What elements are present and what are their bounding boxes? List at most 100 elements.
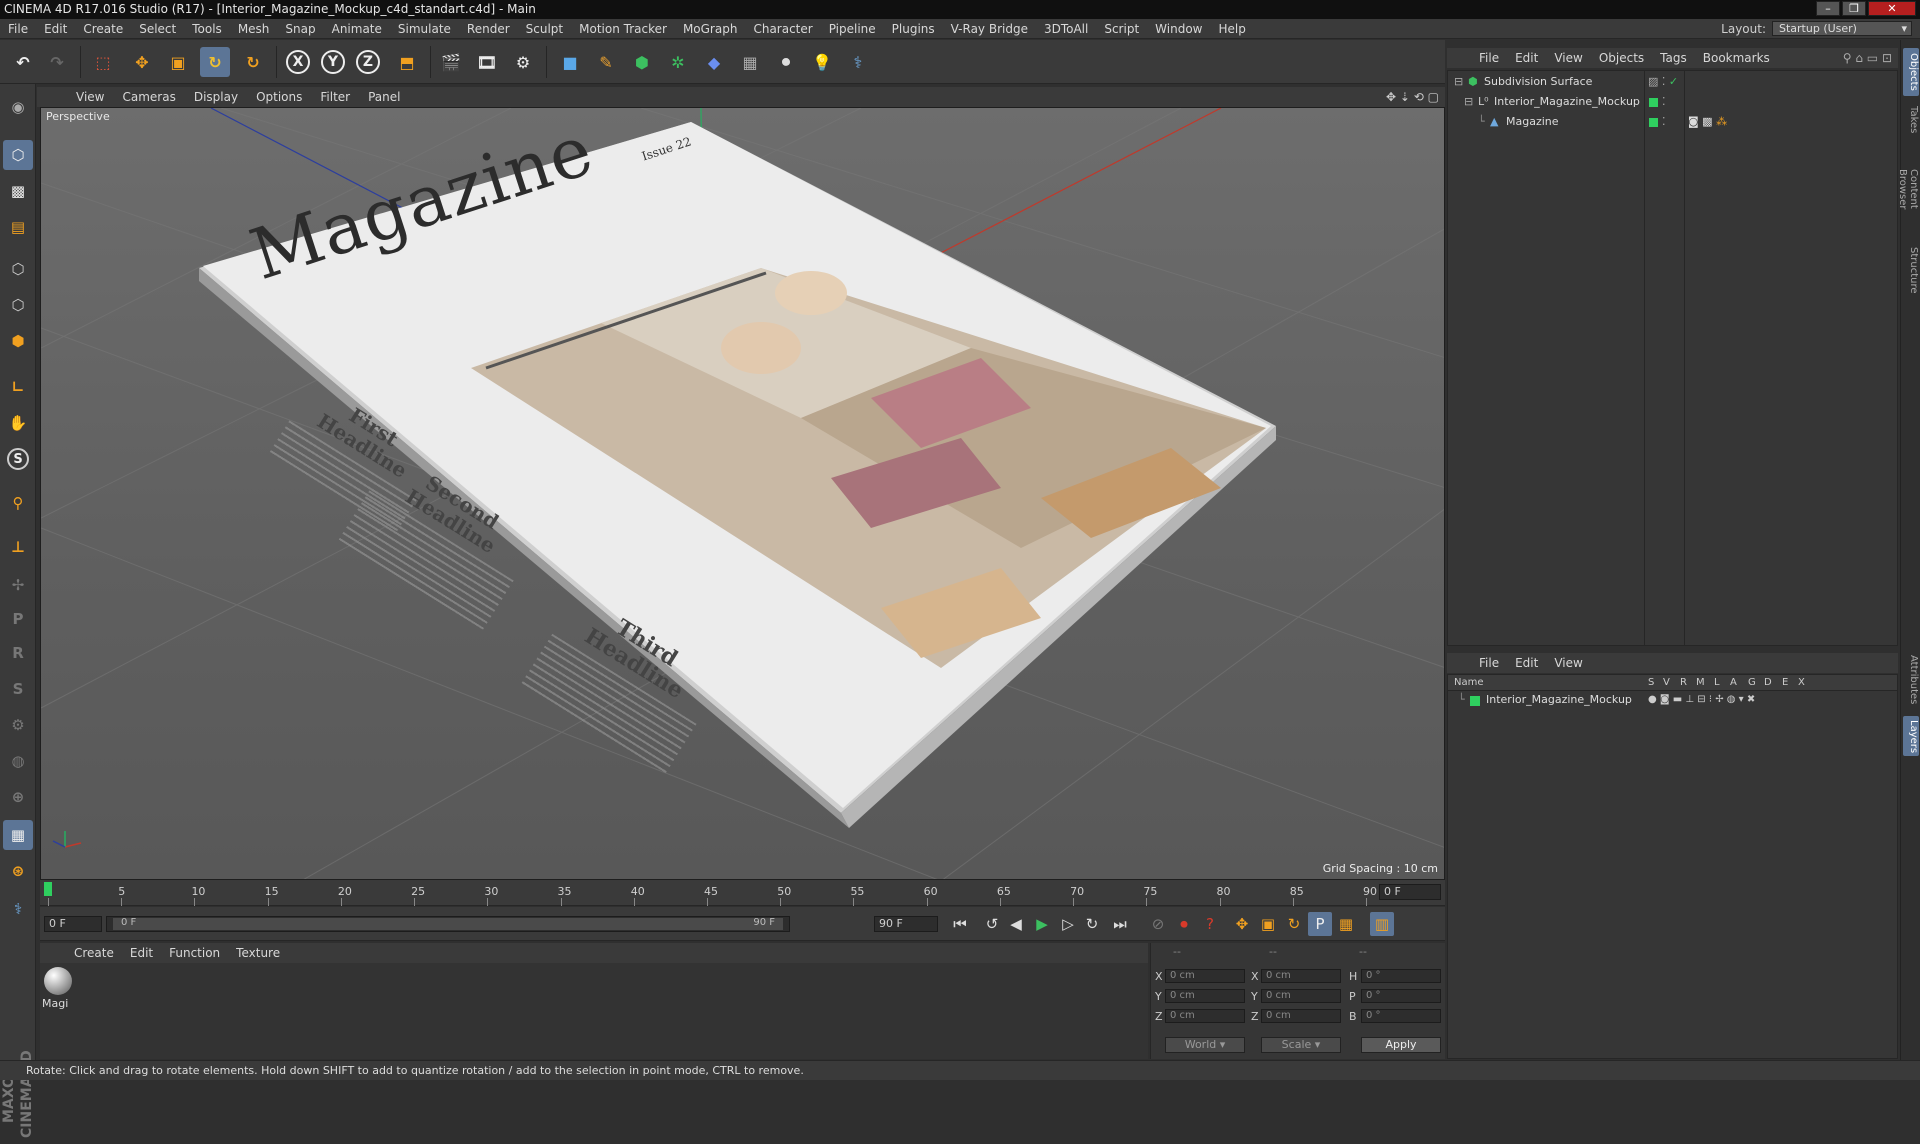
- tab-content-browser[interactable]: Content Browser: [1897, 144, 1919, 234]
- close-button[interactable]: ✕: [1868, 1, 1916, 16]
- key-scale-icon[interactable]: ▣: [1256, 912, 1280, 936]
- menu-character[interactable]: Character: [745, 19, 820, 39]
- snapping-icon[interactable]: ⚲: [3, 488, 33, 518]
- object-name[interactable]: Magazine: [1506, 113, 1559, 131]
- material-preview[interactable]: [44, 967, 72, 995]
- workplane-align-icon[interactable]: P: [3, 604, 33, 634]
- playhead[interactable]: [44, 882, 52, 896]
- edges-mode-icon[interactable]: ⬡: [3, 290, 33, 320]
- layer-menu-edit[interactable]: Edit: [1507, 656, 1546, 670]
- workplane-rotate-icon[interactable]: R: [3, 638, 33, 668]
- next-frame-icon[interactable]: ▷: [1056, 912, 1080, 936]
- menu-file[interactable]: File: [0, 19, 36, 39]
- viewport-nav-icons[interactable]: ✥ ⇣ ⟲ ▢: [1386, 90, 1439, 104]
- preview-range-slider[interactable]: 0 F 90 F: [106, 916, 790, 932]
- tab-takes[interactable]: Takes: [1903, 102, 1919, 138]
- layer-name[interactable]: Interior_Magazine_Mockup: [1486, 691, 1632, 709]
- record-inactive-icon[interactable]: ⊘: [1146, 912, 1170, 936]
- menu-sculpt[interactable]: Sculpt: [518, 19, 571, 39]
- menu-plugins[interactable]: Plugins: [884, 19, 943, 39]
- object-menu-objects[interactable]: Objects: [1591, 51, 1652, 65]
- timeline-window-icon[interactable]: ▥: [1370, 912, 1394, 936]
- material-tag-icon[interactable]: ◙ ▩ ⁂: [1688, 113, 1727, 131]
- timeline-ruler[interactable]: 051015202530354045505560657075808590 0 F: [40, 880, 1445, 906]
- lock-workplane-icon[interactable]: ✢: [3, 570, 33, 600]
- object-menu-bookmarks[interactable]: Bookmarks: [1695, 51, 1778, 65]
- move-icon[interactable]: ✥: [127, 47, 157, 77]
- object-menu-tags[interactable]: Tags: [1652, 51, 1695, 65]
- maximize-button[interactable]: ❐: [1842, 1, 1866, 16]
- python-tool-icon[interactable]: ⚕: [3, 894, 33, 924]
- subdivision-surface-icon[interactable]: ⬢: [627, 47, 657, 77]
- minimize-button[interactable]: –: [1816, 1, 1840, 16]
- viewport-menu-options[interactable]: Options: [247, 90, 311, 104]
- workplane-scale-icon[interactable]: S: [3, 674, 33, 704]
- object-status-icons[interactable]: ▨ ⁚ ✓: [1648, 73, 1678, 91]
- object-name[interactable]: Interior_Magazine_Mockup: [1494, 93, 1640, 111]
- layer-menu-file[interactable]: File: [1471, 656, 1507, 670]
- light-icon[interactable]: 💡: [807, 47, 837, 77]
- viewport-menu-panel[interactable]: Panel: [359, 90, 409, 104]
- tree-collapse-icon[interactable]: ⊟: [1464, 93, 1473, 111]
- object-menu-file[interactable]: File: [1471, 51, 1507, 65]
- tab-layers[interactable]: Layers: [1903, 716, 1919, 756]
- make-editable-icon[interactable]: ◉: [3, 92, 33, 122]
- menu-script[interactable]: Script: [1096, 19, 1147, 39]
- autokeying-icon[interactable]: ?: [1198, 912, 1222, 936]
- workplane-camera-icon[interactable]: ◍: [3, 746, 33, 776]
- object-row[interactable]: └ ▲ Magazine ⁚ ◙ ▩ ⁂: [1448, 113, 1897, 131]
- viewport-menu-display[interactable]: Display: [185, 90, 247, 104]
- key-position-icon[interactable]: ✥: [1230, 912, 1254, 936]
- redo-icon[interactable]: ↷: [42, 47, 72, 77]
- rotation-b-field[interactable]: 0 °: [1361, 1009, 1441, 1023]
- object-menu-view[interactable]: View: [1546, 51, 1590, 65]
- size-mode-dropdown[interactable]: Scale ▾: [1261, 1037, 1341, 1053]
- viewport-menu-cameras[interactable]: Cameras: [113, 90, 184, 104]
- menu-motion-tracker[interactable]: Motion Tracker: [571, 19, 675, 39]
- apply-button[interactable]: Apply: [1361, 1037, 1441, 1053]
- record-active-objects-icon[interactable]: ⏺: [1172, 912, 1196, 936]
- z-axis-lock-icon[interactable]: Z: [353, 47, 383, 77]
- layout-dropdown[interactable]: Startup (User) ▾: [1772, 21, 1912, 36]
- layer-color-swatch[interactable]: [1649, 98, 1658, 107]
- tweak-mode-icon[interactable]: ✋: [3, 408, 33, 438]
- floor-icon[interactable]: ▦: [735, 47, 765, 77]
- viewport-camera-label[interactable]: Perspective: [46, 110, 110, 123]
- menu-help[interactable]: Help: [1210, 19, 1253, 39]
- undo-icon[interactable]: ↶: [8, 47, 38, 77]
- rotation-p-field[interactable]: 0 °: [1361, 989, 1441, 1003]
- size-z-field[interactable]: 0 cm: [1261, 1009, 1341, 1023]
- menu-snap[interactable]: Snap: [277, 19, 323, 39]
- menu-select[interactable]: Select: [131, 19, 184, 39]
- tab-structure[interactable]: Structure: [1903, 240, 1919, 300]
- go-to-start-icon[interactable]: ⏮: [948, 912, 972, 936]
- previous-frame-icon[interactable]: ◀: [1004, 912, 1028, 936]
- rotation-h-field[interactable]: 0 °: [1361, 969, 1441, 983]
- layer-menu-view[interactable]: View: [1546, 656, 1590, 670]
- workplane-icon[interactable]: ⊥: [3, 532, 33, 562]
- play-icon[interactable]: ▶: [1030, 912, 1054, 936]
- workplane-grid-icon[interactable]: ⊕: [3, 782, 33, 812]
- object-row[interactable]: ⊟ ⬢ Subdivision Surface ▨ ⁚ ✓: [1448, 73, 1897, 91]
- object-menu-edit[interactable]: Edit: [1507, 51, 1546, 65]
- size-x-field[interactable]: 0 cm: [1261, 969, 1341, 983]
- camera-icon[interactable]: ⏺: [771, 47, 801, 77]
- y-axis-lock-icon[interactable]: Y: [318, 47, 348, 77]
- material-menu-texture[interactable]: Texture: [228, 946, 288, 960]
- menu-edit[interactable]: Edit: [36, 19, 75, 39]
- render-picture-viewer-icon[interactable]: 🎞: [472, 47, 502, 77]
- live-selection-icon[interactable]: ⬚: [88, 47, 118, 77]
- menu-vray-bridge[interactable]: V-Ray Bridge: [943, 19, 1036, 39]
- rotate-icon[interactable]: ↻: [200, 47, 230, 77]
- workplane-mode-icon[interactable]: ▤: [3, 212, 33, 242]
- menu-tools[interactable]: Tools: [184, 19, 230, 39]
- workplane-object-icon[interactable]: ⚙: [3, 710, 33, 740]
- viewport-menu-view[interactable]: View: [67, 90, 113, 104]
- menu-pipeline[interactable]: Pipeline: [821, 19, 884, 39]
- menu-mesh[interactable]: Mesh: [230, 19, 278, 39]
- object-name[interactable]: Subdivision Surface: [1484, 73, 1592, 91]
- menu-create[interactable]: Create: [75, 19, 131, 39]
- menu-simulate[interactable]: Simulate: [390, 19, 459, 39]
- texture-mode-icon[interactable]: ▩: [3, 176, 33, 206]
- points-mode-icon[interactable]: ⬡: [3, 254, 33, 284]
